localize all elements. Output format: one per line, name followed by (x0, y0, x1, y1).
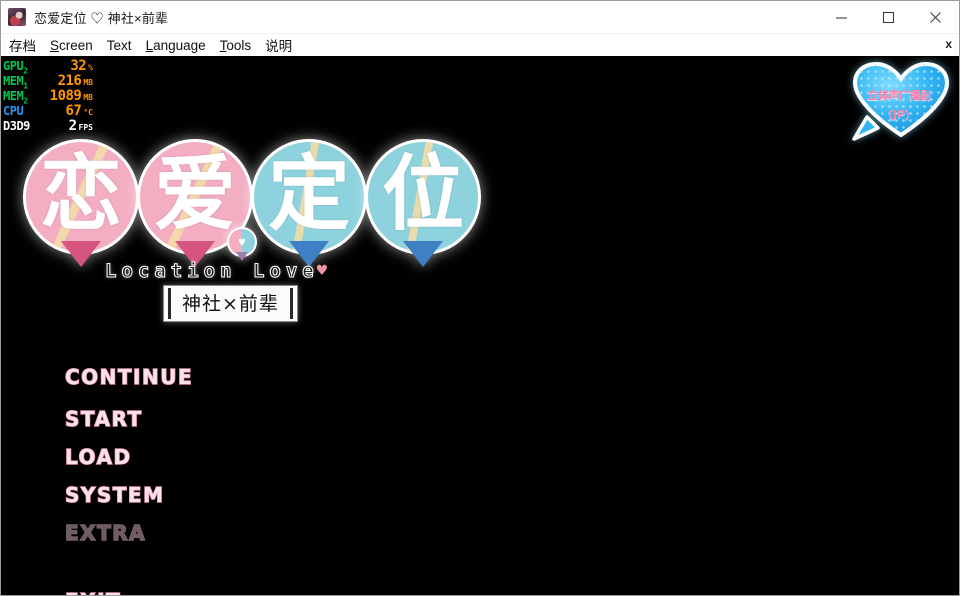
window-title: 恋爱定位 ♡ 神社×前辈 (34, 10, 169, 26)
menu-item-help[interactable]: 说明 (259, 35, 298, 55)
stat-row: GPU2 32 % (3, 58, 93, 76)
menu-item-text[interactable]: Text (101, 38, 138, 53)
menu-button-exit[interactable]: EXIT (64, 590, 193, 595)
stat-value-gpu: 32 (70, 58, 87, 74)
heart-icon: ♥ (316, 261, 332, 281)
stat-label-d3d9: D3D9 (3, 119, 30, 133)
stat-unit-mem2: MB (83, 93, 93, 102)
logo-pin-3: 定 (251, 139, 367, 268)
titlebar: 恋爱定位 ♡ 神社×前辈 (1, 1, 959, 34)
menubar: 存档 Screen Text Language Tools 说明 x (1, 34, 959, 57)
menu-item-tools[interactable]: Tools (214, 38, 258, 53)
minimize-icon[interactable] (818, 1, 865, 34)
menu-item-language[interactable]: Language (140, 38, 212, 53)
stat-unit-cpu: °C (83, 108, 93, 117)
logo-pin-4: 位 (365, 139, 481, 268)
maximize-icon[interactable] (865, 1, 912, 34)
tagline-text: 神社×前辈 (182, 293, 279, 315)
menu-item-tools-label: ools (226, 37, 252, 53)
logo-subtitle-text: Location Love (105, 260, 319, 283)
stat-unit-gpu: % (88, 63, 93, 72)
stat-value-cpu: 67 (65, 103, 82, 119)
menu-item-save[interactable]: 存档 (3, 35, 42, 55)
menu-button-continue[interactable]: CONTINUE (64, 366, 193, 387)
main-menu: CONTINUE START LOAD SYSTEM EXTRA EXIT (64, 329, 193, 595)
stat-value-d3d9: 2 (68, 118, 77, 134)
stat-sub-gpu: 2 (23, 66, 28, 76)
menu-button-load[interactable]: LOAD (64, 446, 193, 467)
game-app-icon (8, 8, 26, 26)
menu-button-extra: EXTRA (64, 521, 147, 545)
menu-button-system[interactable]: SYSTEM (64, 484, 193, 505)
game-viewport[interactable]: GPU2 32 % MEM1 216 MB MEM2 1089 MB CPU 6… (1, 57, 959, 595)
logo-pin-1: 恋 (23, 139, 139, 268)
stat-row: MEM2 1089 MB (3, 88, 93, 106)
hardware-stats-overlay: GPU2 32 % MEM1 216 MB MEM2 1089 MB CPU 6… (3, 59, 93, 134)
close-icon[interactable] (912, 1, 959, 34)
stat-label-mem1: MEM (3, 74, 24, 88)
window-controls (818, 1, 959, 34)
stat-value-mem2: 1089 (49, 88, 82, 104)
logo-mini-heart-pin: ♥ (227, 227, 257, 262)
logo-pin-glyph: 位 (381, 147, 464, 242)
heart-icon: ♥ (238, 233, 246, 249)
menu-item-language-label: anguage (153, 37, 206, 53)
menu-button-start[interactable]: START (64, 408, 193, 429)
logo-subtitle: Location Love ♥ (105, 260, 332, 283)
logo-pin-glyph: 恋 (39, 147, 122, 242)
close-document-button[interactable]: x (945, 37, 952, 51)
stat-label-cpu: CPU (3, 104, 24, 118)
game-window: 恋爱定位 ♡ 神社×前辈 存档 Screen Text Language Too… (0, 0, 960, 596)
stat-value-mem1: 216 (57, 73, 82, 89)
stat-sub-mem1: 1 (23, 81, 28, 91)
tagline-box: 神社×前辈 (163, 285, 298, 322)
menu-item-screen[interactable]: Screen (44, 38, 99, 53)
stat-row: D3D9 2 FPS (3, 119, 93, 134)
stat-label-gpu: GPU (3, 59, 24, 73)
logo-pin-glyph: 定 (267, 147, 350, 242)
stat-unit-d3d9: FPS (78, 123, 93, 132)
stat-row: MEM1 216 MB (3, 73, 93, 91)
menu-item-screen-label: creen (59, 37, 93, 53)
stat-sub-mem2: 2 (23, 96, 28, 106)
tagline-right-bar (289, 288, 293, 319)
drama-cd-button[interactable]: 立体声广播剧 （JP） (851, 61, 951, 143)
stat-row: CPU 67 °C (3, 104, 93, 119)
heart-speech-bubble-icon (852, 61, 950, 141)
stat-unit-mem1: MB (83, 78, 93, 87)
stat-label-mem2: MEM (3, 89, 24, 103)
